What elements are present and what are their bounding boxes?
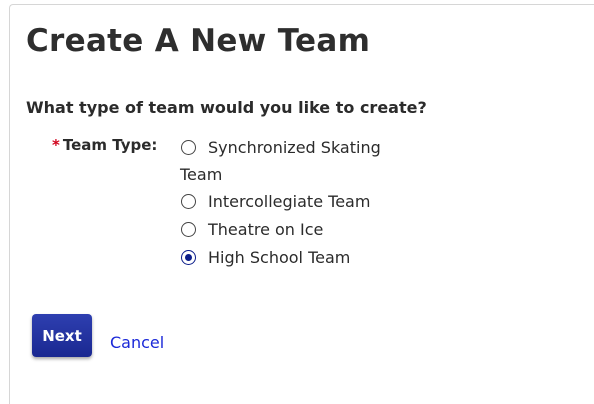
page-title: Create A New Team [26, 23, 371, 59]
team-type-label-text: Team Type: [62, 136, 158, 154]
required-marker: * [52, 136, 60, 154]
radio-label: Intercollegiate Team [208, 192, 371, 211]
team-type-question: What type of team would you like to crea… [26, 98, 427, 117]
radio-option-intercollegiate-team[interactable]: Intercollegiate Team [180, 188, 430, 216]
team-type-radio-group: Synchronized Skating Team Intercollegiat… [180, 134, 430, 272]
radio-label: Theatre on Ice [208, 220, 324, 239]
radio-option-theatre-on-ice[interactable]: Theatre on Ice [180, 216, 430, 244]
radio-high-school-team[interactable] [181, 250, 196, 265]
radio-option-synchronized-skating-team[interactable]: Synchronized Skating Team [180, 134, 420, 188]
cancel-link[interactable]: Cancel [110, 333, 164, 352]
radio-option-high-school-team[interactable]: High School Team [180, 244, 430, 272]
next-button[interactable]: Next [32, 314, 92, 357]
radio-label: Synchronized Skating Team [180, 138, 381, 184]
radio-synchronized-skating-team[interactable] [181, 140, 196, 155]
radio-label: High School Team [208, 248, 351, 267]
team-type-label: * Team Type: [52, 136, 157, 154]
radio-theatre-on-ice[interactable] [181, 222, 196, 237]
create-team-card: Create A New Team What type of team woul… [9, 4, 594, 404]
radio-intercollegiate-team[interactable] [181, 194, 196, 209]
